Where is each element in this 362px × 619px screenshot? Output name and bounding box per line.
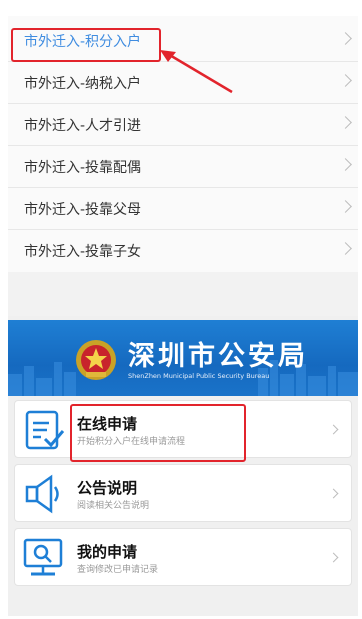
section-divider <box>8 296 358 316</box>
menu-item-label: 市外迁入-投靠子女 <box>24 244 142 260</box>
card-title: 我的申请 <box>77 543 138 561</box>
bureau-subtitle: ShenZhen Municipal Public Security Burea… <box>128 372 270 380</box>
card-subtitle: 阅读相关公告说明 <box>77 501 150 511</box>
police-emblem-icon <box>76 340 116 380</box>
megaphone-icon <box>25 474 59 514</box>
announcement-card[interactable]: 公告说明 阅读相关公告说明 <box>14 464 352 522</box>
my-applications-card[interactable]: 我的申请 查询修改已申请记录 <box>14 528 352 586</box>
chevron-right-icon <box>328 488 339 499</box>
card-subtitle: 查询修改已申请记录 <box>77 565 159 575</box>
chevron-right-icon <box>339 242 352 255</box>
chevron-right-icon <box>339 74 352 87</box>
form-check-icon <box>25 410 65 450</box>
annotation-highlight-box <box>11 28 161 62</box>
chevron-right-icon <box>339 116 352 129</box>
menu-item-join-spouse[interactable]: 市外迁入-投靠配偶 <box>8 146 358 188</box>
annotation-arrow-icon <box>160 50 233 94</box>
menu-item-label: 市外迁入-投靠父母 <box>24 202 142 218</box>
bureau-title: 深圳市公安局 <box>128 341 308 372</box>
bureau-banner: 深圳市公安局 ShenZhen Municipal Public Securit… <box>8 320 358 396</box>
chevron-right-icon <box>328 424 339 435</box>
card-title: 公告说明 <box>77 479 138 497</box>
menu-item-label: 市外迁入-投靠配偶 <box>24 160 142 176</box>
menu-item-label: 市外迁入-人才引进 <box>24 118 142 134</box>
chevron-right-icon <box>339 32 352 45</box>
chevron-right-icon <box>339 158 352 171</box>
menu-item-talent-introduction[interactable]: 市外迁入-人才引进 <box>8 104 358 146</box>
chevron-right-icon <box>339 200 352 213</box>
menu-item-label: 市外迁入-纳税入户 <box>24 76 142 92</box>
monitor-search-icon <box>23 538 63 576</box>
annotation-highlight-box <box>70 404 246 462</box>
chevron-right-icon <box>328 552 339 563</box>
menu-item-join-children[interactable]: 市外迁入-投靠子女 <box>8 230 358 272</box>
menu-item-join-parents[interactable]: 市外迁入-投靠父母 <box>8 188 358 230</box>
